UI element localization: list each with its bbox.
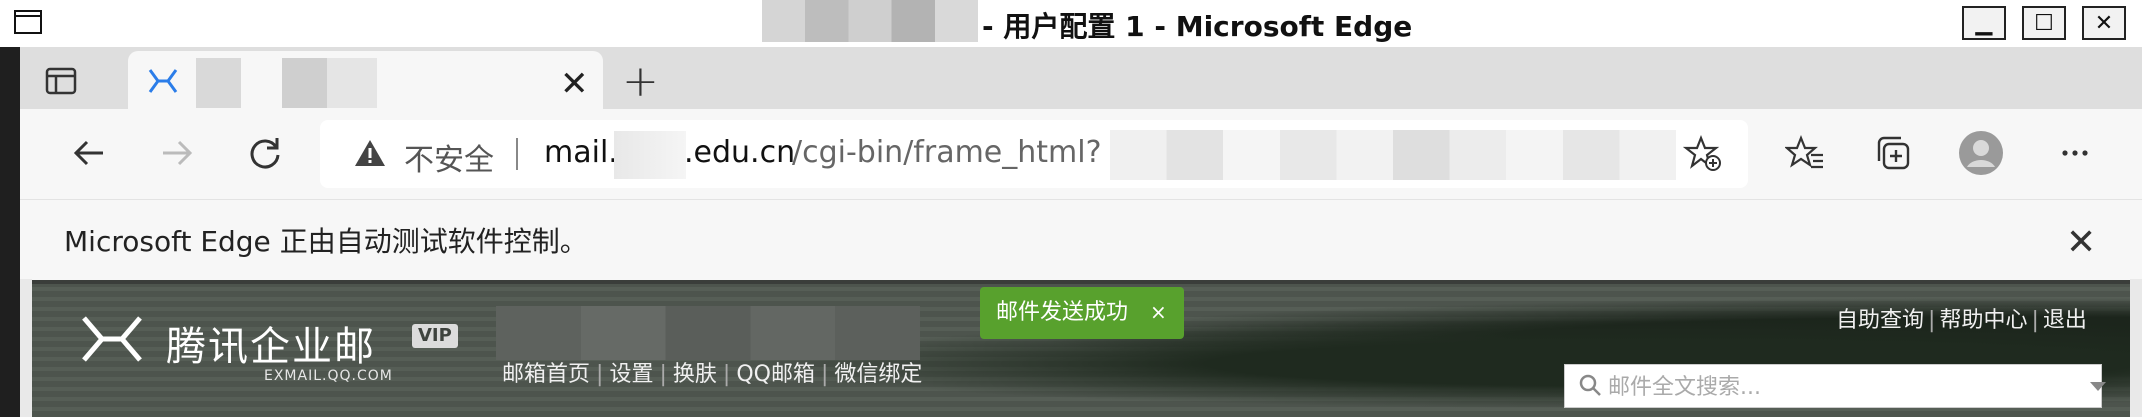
profile-avatar-icon[interactable] (1958, 130, 2004, 176)
window-title: - 用户配置 1 - Microsoft Edge (982, 10, 1413, 43)
left-edge (0, 0, 20, 417)
url-domain: .edu.cn (684, 135, 796, 170)
url-query-redacted (1110, 130, 1676, 180)
page-left-border (20, 279, 32, 417)
warning-icon[interactable] (354, 138, 386, 168)
self-service-link[interactable]: 自助查询 (1836, 308, 1924, 333)
vip-badge: VIP (412, 324, 458, 348)
add-favorite-icon[interactable] (1680, 130, 1726, 176)
exmail-logo-text[interactable]: 腾讯企业邮 (166, 314, 376, 372)
tab-close-icon[interactable]: ✕ (560, 64, 589, 104)
nav-separator: | (659, 362, 667, 387)
close-window-button[interactable]: ✕ (2082, 6, 2126, 40)
nav-qq-mail[interactable]: QQ邮箱 (736, 362, 815, 387)
help-center-link[interactable]: 帮助中心 (1939, 308, 2027, 333)
account-redacted (496, 306, 920, 360)
exmail-logo-subtitle: EXMAIL.QQ.COM (264, 368, 393, 384)
address-divider (516, 138, 518, 170)
chevron-down-icon[interactable] (2090, 382, 2106, 391)
back-icon[interactable] (64, 128, 114, 178)
nav-separator: | (722, 362, 731, 387)
nav-skin[interactable]: 换肤 (673, 362, 717, 387)
toast-message: 邮件发送成功 (996, 300, 1129, 325)
nav-settings[interactable]: 设置 (609, 362, 653, 387)
collections-icon[interactable] (1870, 130, 1916, 176)
mail-top-nav: 邮箱首页 | 设置 | 换肤 | QQ邮箱 | 微信绑定 (502, 356, 922, 388)
url-redacted (614, 131, 686, 179)
link-separator: | (1928, 308, 1936, 333)
minimize-button[interactable]: ▁ (1962, 6, 2006, 40)
refresh-icon[interactable] (240, 128, 290, 178)
nav-mailbox-home[interactable]: 邮箱首页 (502, 362, 590, 387)
toast-close-icon[interactable]: × (1150, 300, 1167, 324)
exmail-logo-icon[interactable] (80, 312, 144, 366)
window-menu-icon[interactable] (14, 10, 42, 34)
forward-icon[interactable] (152, 128, 202, 178)
infobar-close-icon[interactable]: ✕ (2066, 222, 2096, 263)
insecure-label[interactable]: 不安全 (404, 135, 494, 179)
tab-actions-icon[interactable] (44, 66, 78, 96)
exmail-tab-icon (146, 66, 180, 96)
maximize-button[interactable]: ☐ (2022, 6, 2066, 40)
title-redacted (762, 0, 978, 42)
nav-wechat-bind[interactable]: 微信绑定 (834, 362, 922, 387)
header-right-links: 自助查询 | 帮助中心 | 退出 (1836, 302, 2087, 334)
automation-message: Microsoft Edge 正由自动测试软件控制。 (64, 225, 588, 258)
search-icon (1578, 373, 1602, 397)
more-options-icon[interactable] (2052, 130, 2098, 176)
tab-title-redacted (196, 58, 422, 108)
url-host-prefix: mail. (544, 135, 618, 170)
logout-link[interactable]: 退出 (2043, 308, 2087, 333)
mail-search-input[interactable] (1606, 366, 2090, 408)
link-separator: | (2031, 308, 2039, 333)
nav-separator: | (596, 362, 604, 387)
url-path: /cgi-bin/frame_html? (792, 135, 1102, 170)
favorites-icon[interactable] (1782, 130, 1828, 176)
page-right-border (2130, 279, 2142, 417)
window-title-bar: - 用户配置 1 - Microsoft Edge ▁ ☐ ✕ (0, 0, 2142, 47)
nav-separator: | (820, 362, 829, 387)
new-tab-button[interactable]: + (622, 56, 659, 107)
